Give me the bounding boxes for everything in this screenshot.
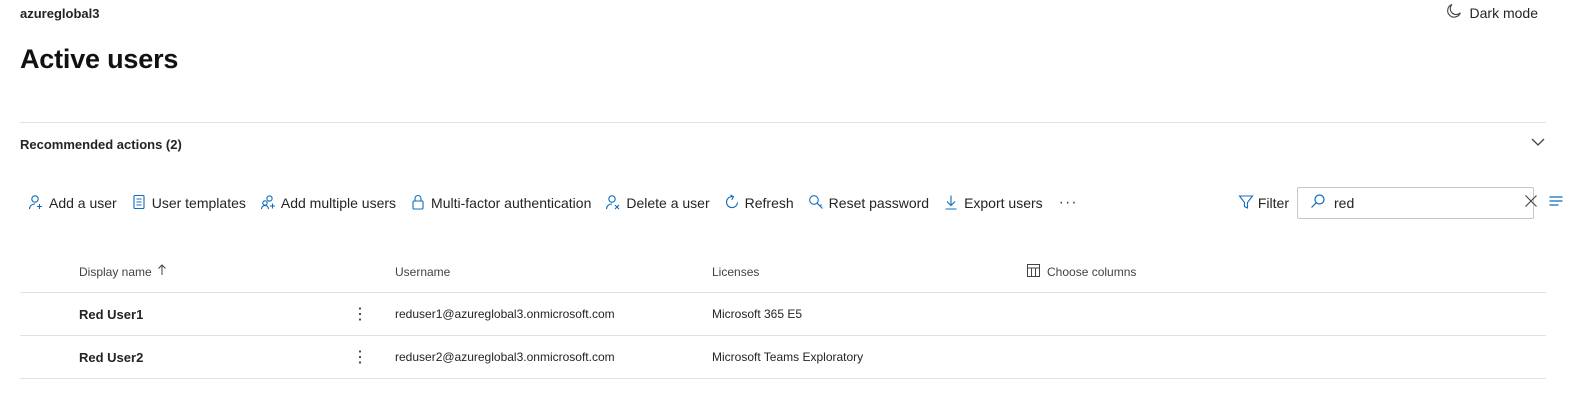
delete-user-label: Delete a user (626, 195, 710, 211)
multi-factor-auth-label: Multi-factor authentication (431, 195, 592, 211)
column-header-display-name[interactable]: Display name (79, 264, 167, 279)
table-header: Display name Username Licenses Choose co… (20, 251, 1546, 293)
dark-mode-toggle[interactable]: Dark mode (1446, 3, 1538, 22)
add-multiple-users-button[interactable]: Add multiple users (252, 187, 402, 219)
org-name: azureglobal3 (20, 6, 100, 21)
sort-ascending-icon (157, 264, 167, 279)
table-columns-icon (1027, 263, 1040, 280)
user-templates-button[interactable]: User templates (123, 187, 252, 219)
column-header-licenses[interactable]: Licenses (712, 265, 759, 279)
add-user-label: Add a user (49, 195, 117, 211)
users-table: Display name Username Licenses Choose co… (20, 251, 1546, 379)
display-name-header-label: Display name (79, 264, 152, 279)
moon-icon (1446, 3, 1462, 22)
column-header-username[interactable]: Username (395, 265, 450, 279)
page-title: Active users (20, 44, 179, 74)
add-multiple-users-label: Add multiple users (280, 195, 397, 211)
refresh-icon (724, 194, 740, 213)
user-username: reduser1@azureglobal3.onmicrosoft.com (395, 307, 615, 321)
delete-user-button[interactable]: Delete a user (597, 187, 715, 219)
row-more-actions-button[interactable] (352, 306, 368, 322)
recommended-actions-label: Recommended actions (2) (20, 137, 182, 152)
text-align-icon (1548, 193, 1564, 214)
search-icon (1310, 193, 1326, 214)
choose-columns-button[interactable]: Choose columns (1027, 263, 1137, 280)
remove-user-icon (605, 194, 621, 213)
user-display-name[interactable]: Red User1 (79, 307, 143, 322)
add-user-button[interactable]: Add a user (20, 187, 123, 219)
user-display-name[interactable]: Red User2 (79, 350, 143, 365)
lock-icon (410, 194, 426, 213)
more-vertical-icon (358, 350, 362, 364)
key-search-icon (808, 194, 824, 213)
user-username: reduser2@azureglobal3.onmicrosoft.com (395, 350, 615, 364)
table-row[interactable]: Red User1 reduser1@azureglobal3.onmicros… (20, 293, 1546, 336)
row-more-actions-button[interactable] (352, 349, 368, 365)
recommended-actions-row[interactable]: Recommended actions (2) (20, 122, 1546, 166)
user-display-name-link[interactable]: Red User1 (79, 307, 143, 322)
choose-columns-label: Choose columns (1047, 264, 1137, 279)
multi-factor-auth-button[interactable]: Multi-factor authentication (402, 187, 597, 219)
command-bar: Add a user User templates Add multiple u… (20, 186, 1566, 220)
reset-password-label: Reset password (828, 195, 930, 211)
add-people-icon (260, 194, 276, 213)
filter-icon (1238, 194, 1254, 213)
chevron-down-icon[interactable] (1530, 134, 1546, 155)
refresh-label: Refresh (744, 195, 794, 211)
user-templates-label: User templates (151, 195, 246, 211)
view-options-button[interactable] (1546, 193, 1566, 213)
filter-label: Filter (1257, 195, 1289, 211)
search-box (1297, 187, 1537, 219)
clear-search-icon[interactable] (1523, 193, 1539, 214)
table-row[interactable]: Red User2 reduser2@azureglobal3.onmicros… (20, 336, 1546, 379)
refresh-button[interactable]: Refresh (716, 187, 800, 219)
add-user-icon (28, 194, 44, 213)
user-licenses: Microsoft Teams Exploratory (712, 350, 864, 364)
more-commands-button[interactable]: ··· (1049, 187, 1088, 219)
export-users-button[interactable]: Export users (935, 187, 1049, 219)
dark-mode-label: Dark mode (1469, 4, 1538, 21)
filter-button[interactable]: Filter (1238, 194, 1289, 213)
more-vertical-icon (358, 307, 362, 321)
reset-password-button[interactable]: Reset password (800, 187, 935, 219)
search-input[interactable] (1334, 195, 1515, 211)
user-licenses: Microsoft 365 E5 (712, 307, 803, 321)
document-icon (131, 194, 147, 213)
export-users-label: Export users (964, 195, 1043, 211)
download-icon (943, 194, 959, 213)
user-display-name-link[interactable]: Red User2 (79, 350, 143, 365)
